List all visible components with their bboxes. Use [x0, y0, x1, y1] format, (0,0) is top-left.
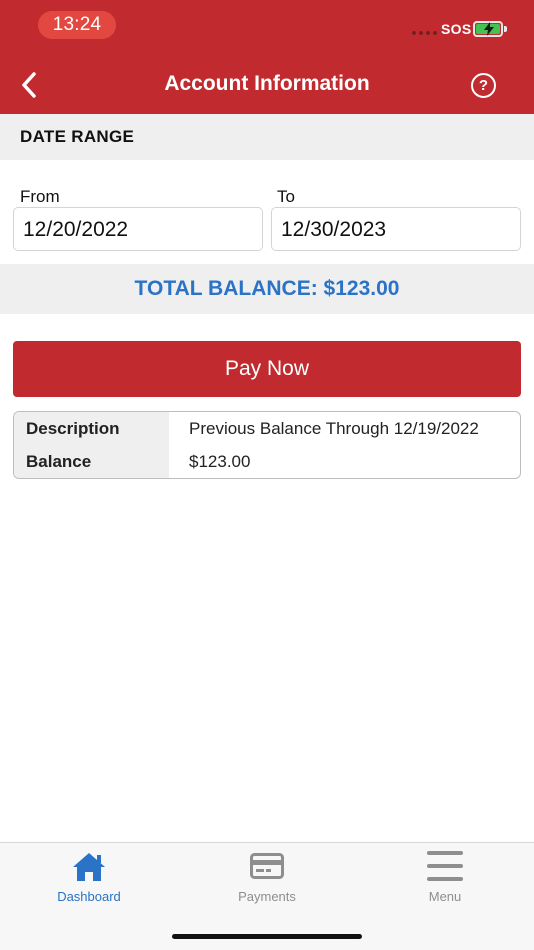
charging-bolt-icon [484, 22, 494, 36]
balance-label: Balance [26, 452, 92, 471]
tab-label: Payments [238, 889, 296, 904]
table-row: Description Previous Balance Through 12/… [14, 412, 520, 445]
description-value: Previous Balance Through 12/19/2022 [189, 419, 479, 438]
balance-details-table: Description Previous Balance Through 12/… [13, 411, 521, 479]
home-indicator[interactable] [172, 934, 362, 939]
date-range-title: DATE RANGE [20, 127, 135, 146]
tab-label: Menu [428, 889, 462, 904]
to-label: To [277, 187, 295, 206]
tab-dashboard[interactable]: Dashboard [0, 843, 178, 913]
cellular-signal-icon [412, 31, 437, 35]
table-row: Balance $123.00 [14, 445, 520, 478]
from-date-field[interactable]: 12/20/2022 [13, 207, 263, 251]
credit-card-icon [250, 853, 284, 879]
to-date-field[interactable]: 12/30/2023 [271, 207, 521, 251]
tab-menu[interactable]: Menu [356, 843, 534, 913]
status-time: 13:24 [38, 11, 116, 39]
tab-label: Dashboard [57, 889, 121, 904]
home-icon [73, 853, 105, 881]
help-button[interactable]: ? [471, 73, 496, 98]
battery-cap [504, 26, 507, 32]
pay-now-button[interactable]: Pay Now [13, 341, 521, 397]
tab-payments[interactable]: Payments [178, 843, 356, 913]
description-label: Description [26, 419, 120, 438]
balance-value: $123.00 [189, 452, 251, 471]
hamburger-menu-icon [427, 851, 463, 881]
page-title: Account Information [164, 72, 370, 95]
carrier-label: SOS [441, 21, 472, 37]
from-label: From [20, 187, 60, 206]
total-balance: TOTAL BALANCE: $123.00 [134, 277, 400, 300]
